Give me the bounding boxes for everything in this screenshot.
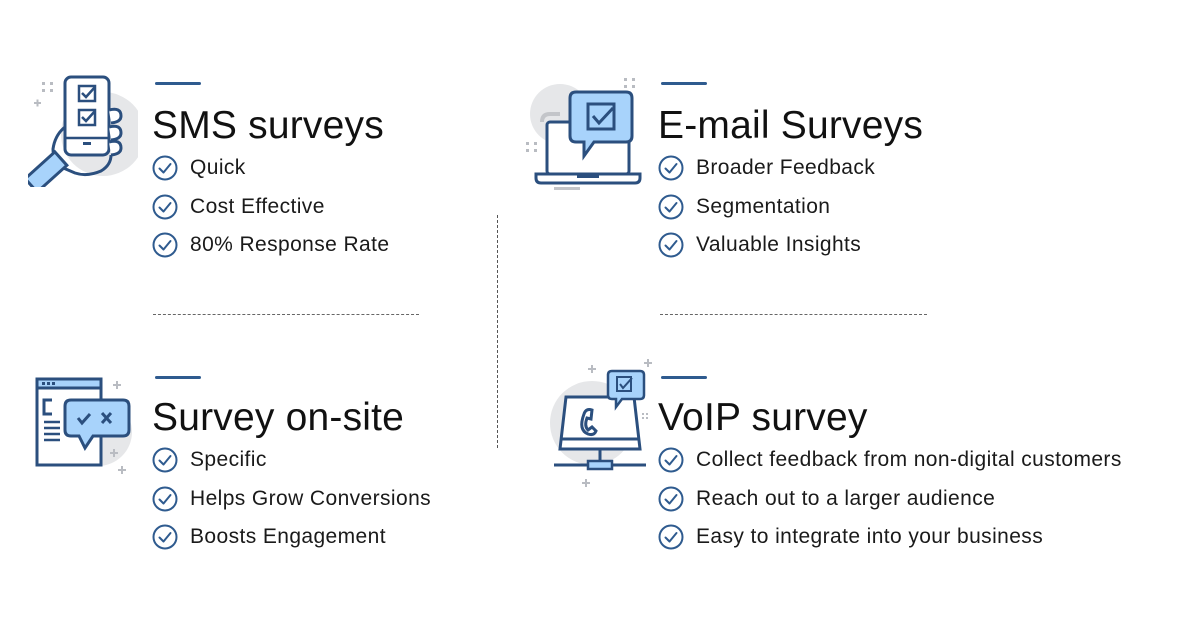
section-voip-survey: VoIP survey Collect feedback from non-di… [0, 0, 1200, 630]
feature-item: Reach out to a larger audience [658, 480, 1122, 519]
circle-check-icon [658, 486, 684, 512]
feature-item: Easy to integrate into your business [658, 518, 1122, 557]
feature-list: Collect feedback from non-digital custom… [658, 441, 1122, 557]
feature-label: Easy to integrate into your business [696, 525, 1044, 549]
accent-bar [661, 376, 707, 379]
feature-label: Reach out to a larger audience [696, 486, 996, 510]
circle-check-icon [658, 447, 684, 473]
circle-check-icon [658, 524, 684, 550]
monitor-phone-network-icon [550, 359, 652, 487]
feature-label: Collect feedback from non-digital custom… [696, 448, 1122, 472]
section-title: VoIP survey [658, 396, 868, 439]
feature-item: Collect feedback from non-digital custom… [658, 441, 1122, 480]
